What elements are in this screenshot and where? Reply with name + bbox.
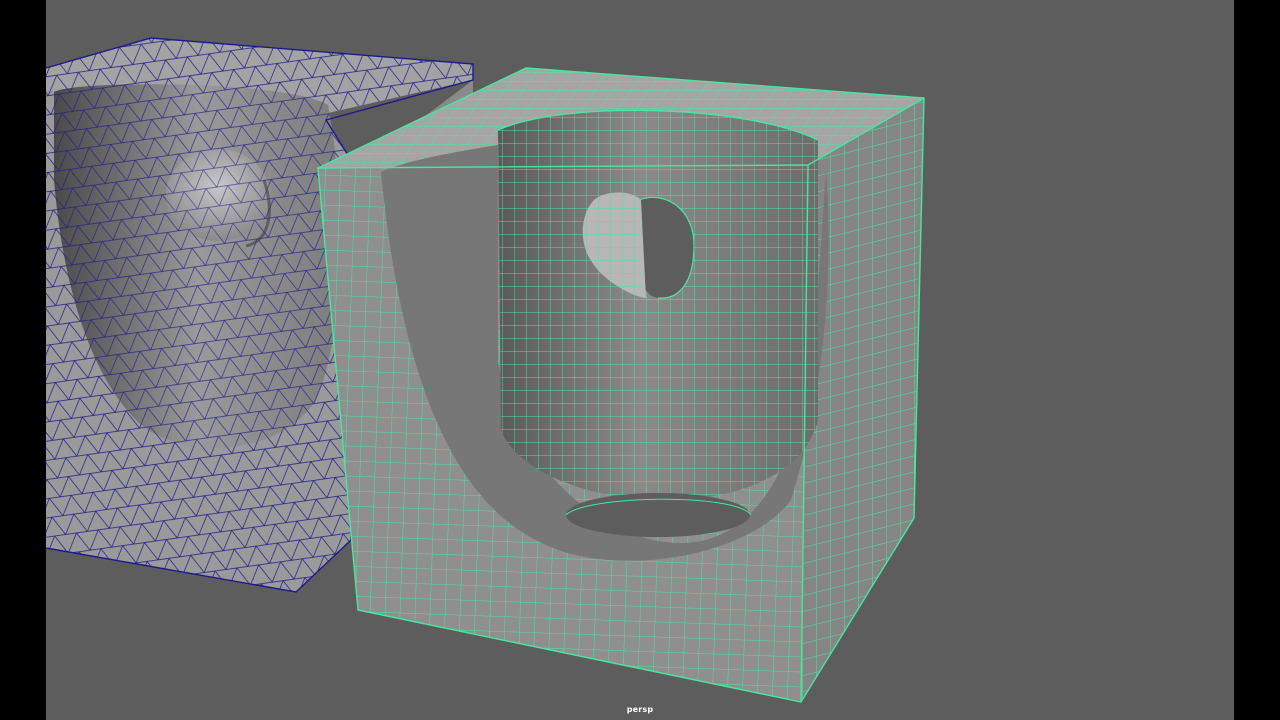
quad-mesh[interactable]	[317, 67, 925, 703]
perspective-viewport[interactable]: persp	[46, 0, 1234, 720]
camera-label: persp	[626, 705, 654, 714]
screen-frame: persp	[0, 0, 1280, 720]
scene-canvas[interactable]	[46, 0, 1234, 720]
